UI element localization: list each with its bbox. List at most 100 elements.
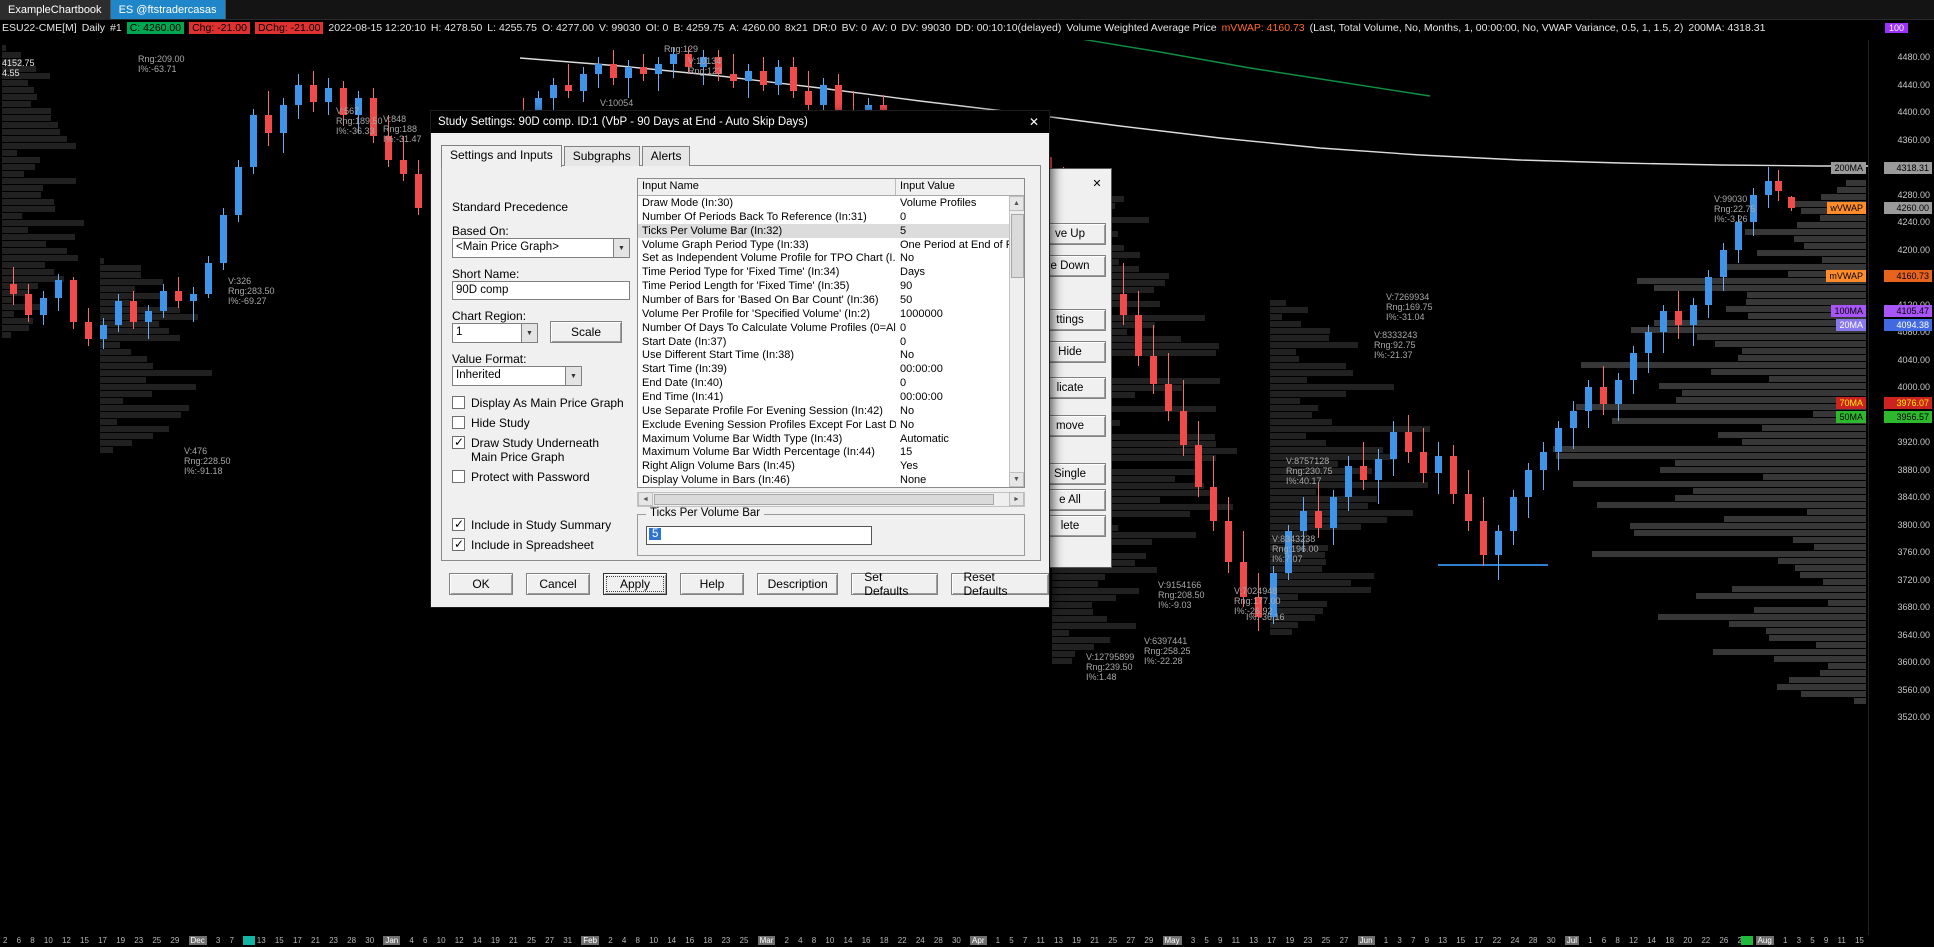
column-input-value[interactable]: Input Value bbox=[896, 179, 1024, 195]
input-value-field[interactable]: 5 bbox=[646, 526, 872, 545]
scrollbar-thumb[interactable] bbox=[654, 494, 994, 505]
scroll-right-icon[interactable]: ► bbox=[1009, 492, 1024, 506]
close-icon[interactable]: ✕ bbox=[1088, 177, 1106, 193]
input-row[interactable]: Start Date (In:37) 0 bbox=[638, 335, 1009, 349]
tab-chartbook[interactable]: ExampleChartbook bbox=[0, 0, 111, 19]
input-row[interactable]: Number of Bars for 'Based On Bar Count' … bbox=[638, 293, 1009, 307]
value-format-select[interactable]: Inherited ▼ bbox=[452, 366, 582, 386]
tab-subgraphs[interactable]: Subgraphs bbox=[563, 146, 640, 166]
input-row[interactable]: Time Period Length for 'Fixed Time' (In:… bbox=[638, 279, 1009, 293]
studies-dialog-button[interactable]: Hide bbox=[1050, 341, 1106, 363]
month-label: Aug bbox=[1755, 936, 1774, 945]
profile-stats-label: 4152.75 4.55 bbox=[2, 58, 35, 78]
candle-wick bbox=[148, 304, 149, 339]
column-input-name[interactable]: Input Name bbox=[638, 179, 896, 195]
inputs-table[interactable]: Input Name Input Value Draw Mode (In:30)… bbox=[637, 178, 1025, 488]
tab-settings-and-inputs[interactable]: Settings and Inputs bbox=[441, 145, 562, 167]
profile-stats-label: V:9154166 Rng:208.50 I%:-9.03 bbox=[1158, 580, 1205, 610]
scale-button[interactable]: Scale bbox=[550, 321, 622, 343]
input-row[interactable]: Ticks Per Volume Bar (In:32) 5 bbox=[638, 223, 1009, 238]
volume-profile-bar bbox=[1270, 321, 1301, 327]
input-value-cell: 1000000 bbox=[900, 307, 943, 320]
horizontal-scrollbar[interactable]: ◄ ► bbox=[637, 492, 1025, 507]
volume-profile-bar bbox=[1575, 404, 1866, 410]
chevron-down-icon[interactable]: ▼ bbox=[521, 323, 538, 343]
date-label: 22 bbox=[1701, 936, 1711, 945]
chart-region-select[interactable]: 1 ▼ bbox=[452, 323, 538, 343]
scroll-left-icon[interactable]: ◄ bbox=[638, 492, 653, 506]
input-row[interactable]: Start Time (In:39) 00:00:00 bbox=[638, 362, 1009, 376]
study-include-checkbox[interactable]: Include in Spreadsheet bbox=[452, 537, 632, 552]
description-button[interactable]: Description bbox=[757, 573, 839, 595]
studies-dialog-button[interactable]: Single bbox=[1050, 463, 1106, 485]
set-defaults-button[interactable]: Set Defaults bbox=[851, 570, 938, 598]
studies-dialog-button[interactable]: e Down bbox=[1050, 255, 1106, 277]
scroll-down-icon[interactable]: ▼ bbox=[1009, 472, 1024, 487]
volume-profile-bar bbox=[1270, 566, 1323, 572]
study-option-checkbox[interactable]: Display As Main Price Graph bbox=[452, 396, 632, 410]
checkbox[interactable] bbox=[452, 435, 465, 449]
time-axis[interactable]: 2681012151719232529Dec37913151721232830J… bbox=[0, 934, 1868, 947]
input-row[interactable]: Time Period Type for 'Fixed Time' (In:34… bbox=[638, 265, 1009, 279]
vertical-scrollbar[interactable]: ▲ ▼ bbox=[1009, 196, 1024, 487]
studies-dialog-button[interactable]: ve Up bbox=[1050, 223, 1106, 245]
input-row[interactable]: Volume Per Profile for 'Specified Volume… bbox=[638, 307, 1009, 321]
scroll-up-icon[interactable]: ▲ bbox=[1009, 196, 1024, 211]
input-row[interactable]: Maximum Volume Bar Width Type (In:43) Aut… bbox=[638, 432, 1009, 446]
input-row[interactable]: End Date (In:40) 0 bbox=[638, 376, 1009, 390]
price-scale[interactable]: 4480.004440.004400.004360.004320.004280.… bbox=[1868, 40, 1934, 935]
date-label: 31 bbox=[563, 936, 573, 945]
checkbox[interactable] bbox=[452, 517, 465, 531]
close-icon[interactable]: ✕ bbox=[1023, 111, 1045, 133]
studies-dialog-button[interactable]: ttings bbox=[1050, 309, 1106, 331]
input-row[interactable]: Set as Independent Volume Profile for TP… bbox=[638, 251, 1009, 265]
input-row[interactable]: Volume Graph Period Type (In:33) One Peri… bbox=[638, 238, 1009, 252]
value-format-value: Inherited bbox=[452, 366, 565, 386]
input-row[interactable]: Use Different Start Time (In:38) No bbox=[638, 348, 1009, 362]
chevron-down-icon[interactable]: ▼ bbox=[613, 238, 630, 258]
checkbox[interactable] bbox=[452, 537, 465, 551]
input-row[interactable]: Exclude Evening Session Profiles Except … bbox=[638, 418, 1009, 432]
volume-profile-bar bbox=[1270, 370, 1353, 376]
checkbox[interactable] bbox=[452, 470, 465, 483]
cancel-button[interactable]: Cancel bbox=[526, 573, 590, 595]
date-label: 15 bbox=[1854, 936, 1864, 945]
studies-dialog-button[interactable]: e All bbox=[1050, 489, 1106, 511]
input-row[interactable]: Right Align Volume Bars (In:45) Yes bbox=[638, 459, 1009, 473]
study-option-checkbox[interactable]: Protect with Password bbox=[452, 470, 632, 484]
reset-defaults-button[interactable]: Reset Defaults bbox=[950, 570, 1049, 598]
input-row[interactable]: Use Separate Profile For Evening Session… bbox=[638, 404, 1009, 418]
scrollbar-thumb[interactable] bbox=[1011, 214, 1024, 278]
input-row[interactable]: Display Volume in Bars (In:46) None bbox=[638, 473, 1009, 487]
checkbox[interactable] bbox=[452, 396, 465, 409]
chevron-down-icon[interactable]: ▼ bbox=[565, 366, 582, 386]
volume-profile-bar bbox=[1800, 691, 1866, 697]
input-row[interactable]: Number Of Periods Back To Reference (In:… bbox=[638, 210, 1009, 224]
study-option-checkbox[interactable]: Draw Study Underneath Main Price Graph bbox=[452, 435, 632, 464]
apply-button[interactable]: Apply bbox=[603, 573, 667, 595]
based-on-select[interactable]: <Main Price Graph> ▼ bbox=[452, 238, 630, 258]
study-include-checkbox[interactable]: Include in Study Summary bbox=[452, 517, 632, 532]
studies-dialog-button[interactable]: move bbox=[1050, 415, 1106, 437]
dialog-title[interactable]: Study Settings: 90D comp. ID:1 (VbP - 90… bbox=[431, 111, 1049, 133]
studies-dialog-button[interactable]: lete bbox=[1050, 515, 1106, 537]
checkbox[interactable] bbox=[452, 416, 465, 429]
candlestick bbox=[1570, 411, 1577, 429]
input-value-cell: 0 bbox=[900, 377, 907, 390]
ok-button[interactable]: OK bbox=[449, 573, 513, 595]
short-name-input[interactable]: 90D comp bbox=[452, 281, 630, 300]
input-row[interactable]: End Time (In:41) 00:00:00 bbox=[638, 390, 1009, 404]
tab-symbol[interactable]: ES @ftstradercasas bbox=[110, 0, 226, 19]
volume-profile-bar bbox=[100, 447, 114, 453]
tab-alerts[interactable]: Alerts bbox=[641, 146, 691, 166]
date-label: 24 bbox=[915, 936, 925, 945]
volume-profile-bar bbox=[1774, 656, 1866, 662]
input-row[interactable]: Number Of Days To Calculate Volume Profi… bbox=[638, 321, 1009, 335]
help-button[interactable]: Help bbox=[680, 573, 744, 595]
studies-dialog-button[interactable]: licate bbox=[1050, 377, 1106, 399]
price-tick: 3720.00 bbox=[1897, 574, 1930, 585]
input-row[interactable]: Draw Mode (In:30) Volume Profiles bbox=[638, 196, 1009, 210]
input-row[interactable]: Maximum Volume Bar Width Percentage (In:… bbox=[638, 445, 1009, 459]
price-tick: 4000.00 bbox=[1897, 382, 1930, 392]
study-option-checkbox[interactable]: Hide Study bbox=[452, 416, 632, 430]
